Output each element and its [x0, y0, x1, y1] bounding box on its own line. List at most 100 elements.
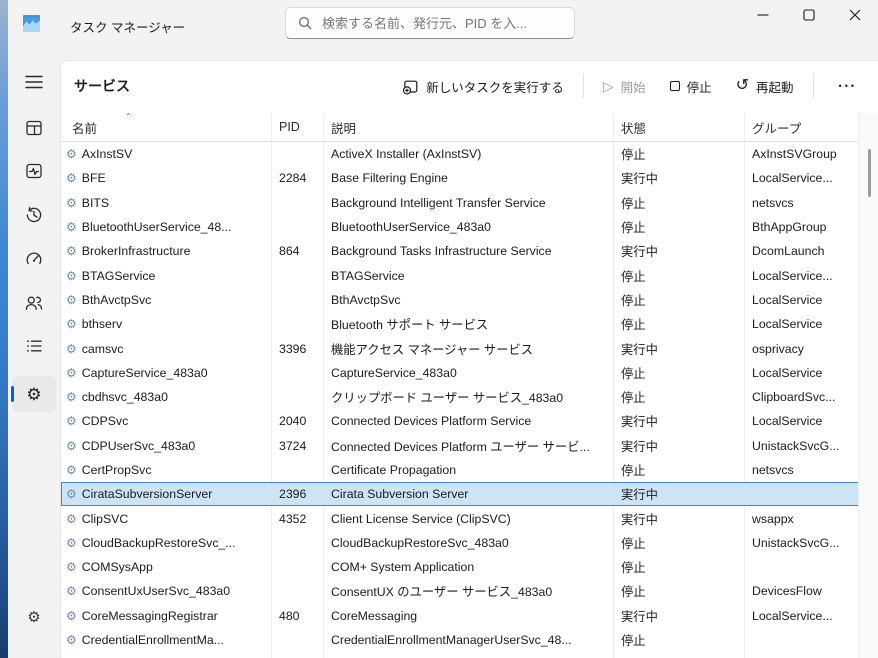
table-row[interactable]: ⚙BFE 2284 Base Filtering Engine 実行中 Loca…	[61, 166, 859, 190]
table-row[interactable]: ⚙CirataSubversionServer 2396 Cirata Subv…	[61, 482, 859, 506]
column-header-pid[interactable]: PID	[271, 113, 323, 141]
table-row[interactable]: ⚙CaptureService_483a0 CaptureService_483…	[61, 361, 859, 385]
restart-icon: ↺	[736, 78, 749, 94]
column-header-status[interactable]: 状態	[613, 113, 744, 141]
service-gear-icon: ⚙	[66, 513, 77, 525]
table-row[interactable]: ⚙CryptSvc 2460 Cryptographic Services 実行…	[61, 652, 859, 658]
service-name: bthserv	[82, 317, 122, 331]
sidebar-item-details[interactable]	[12, 328, 56, 364]
table-row[interactable]: ⚙BluetoothUserService_48... BluetoothUse…	[61, 215, 859, 239]
service-group: netsvcs	[744, 463, 859, 477]
settings-button[interactable]: ⚙	[12, 599, 56, 635]
service-description: 機能アクセス マネージャー サービス	[323, 340, 613, 358]
service-gear-icon: ⚙	[66, 415, 77, 427]
service-pid: 3724	[271, 439, 323, 453]
service-group: netsvcs	[744, 196, 859, 210]
table-row[interactable]: ⚙ConsentUxUserSvc_483a0 ConsentUX のユーザー …	[61, 579, 859, 603]
desktop-wallpaper-strip	[0, 0, 8, 658]
service-group: UnistackSvcG...	[744, 536, 859, 550]
table-row[interactable]: ⚙CloudBackupRestoreSvc_... CloudBackupRe…	[61, 531, 859, 555]
table-row[interactable]: ⚙CertPropSvc Certificate Propagation 停止 …	[61, 458, 859, 482]
start-button[interactable]: ▷ 開始	[594, 71, 655, 102]
service-group: LocalService...	[744, 269, 859, 283]
service-status: 実行中	[613, 340, 744, 358]
table-row[interactable]: ⚙ClipSVC 4352 Client License Service (Cl…	[61, 506, 859, 530]
service-pid: 2040	[271, 414, 323, 428]
service-name: ClipSVC	[82, 512, 128, 526]
service-name: BFE	[82, 171, 106, 185]
service-name: CertPropSvc	[82, 463, 152, 477]
table-row[interactable]: ⚙BITS Background Intelligent Transfer Se…	[61, 191, 859, 215]
table-row[interactable]: ⚙cbdhsvc_483a0 クリップボード ユーザー サービス_483a0 停…	[61, 385, 859, 409]
toolbar-divider	[583, 74, 584, 98]
service-description: Client License Service (ClipSVC)	[323, 512, 613, 526]
table-row[interactable]: ⚙BthAvctpSvc BthAvctpSvc 停止 LocalService	[61, 288, 859, 312]
sidebar-item-app-history[interactable]	[12, 197, 56, 233]
search-box[interactable]	[285, 7, 575, 39]
maximize-button[interactable]	[786, 0, 832, 30]
run-new-task-button[interactable]: 新しいタスクを実行する	[393, 71, 573, 102]
table-row[interactable]: ⚙AxInstSV ActiveX Installer (AxInstSV) 停…	[61, 142, 859, 166]
table-header: ⌃ 名前 PID 説明 状態 グループ	[61, 113, 859, 142]
table-row[interactable]: ⚙CredentialEnrollmentMa... CredentialEnr…	[61, 628, 859, 652]
run-new-task-label: 新しいタスクを実行する	[426, 77, 564, 96]
sidebar: ⚙ ⚙	[8, 48, 60, 658]
table-row[interactable]: ⚙COMSysApp COM+ System Application 停止	[61, 555, 859, 579]
column-header-group[interactable]: グループ	[744, 113, 859, 141]
sidebar-item-startup-apps[interactable]	[12, 241, 56, 277]
table-row[interactable]: ⚙CDPUserSvc_483a0 3724 Connected Devices…	[61, 434, 859, 458]
start-label: 開始	[621, 77, 646, 96]
service-status: 実行中	[613, 242, 744, 260]
service-status: 停止	[613, 218, 744, 236]
titlebar: タスク マネージャー	[8, 0, 878, 48]
service-gear-icon: ⚙	[66, 634, 77, 646]
table-row[interactable]: ⚙BrokerInfrastructure 864 Background Tas…	[61, 239, 859, 263]
table-row[interactable]: ⚙CoreMessagingRegistrar 480 CoreMessagin…	[61, 604, 859, 628]
restart-button[interactable]: ↺ 再起動	[727, 71, 803, 102]
sidebar-item-services[interactable]: ⚙	[12, 376, 56, 412]
command-bar: サービス 新しいタスクを実行する ▷ 開始	[61, 61, 878, 111]
scrollbar-thumb[interactable]	[868, 149, 871, 197]
minimize-button[interactable]	[740, 0, 786, 30]
app-title: タスク マネージャー	[70, 17, 185, 36]
table-row[interactable]: ⚙CDPSvc 2040 Connected Devices Platform …	[61, 409, 859, 433]
sidebar-item-processes[interactable]	[12, 110, 56, 146]
service-name: CredentialEnrollmentMa...	[82, 633, 224, 647]
service-status: 停止	[613, 558, 744, 576]
more-options-button[interactable]: •••	[824, 75, 872, 97]
service-status: 停止	[613, 461, 744, 479]
service-name: BluetoothUserService_48...	[82, 220, 232, 234]
service-gear-icon: ⚙	[66, 488, 77, 500]
startup-apps-icon	[24, 249, 44, 269]
search-input[interactable]	[322, 16, 566, 31]
table-row[interactable]: ⚙bthserv Bluetooth サポート サービス 停止 LocalSer…	[61, 312, 859, 336]
service-status: 実行中	[613, 412, 744, 430]
window-controls	[740, 0, 878, 30]
sidebar-item-users[interactable]	[12, 285, 56, 321]
service-group: wsappx	[744, 512, 859, 526]
service-gear-icon: ⚙	[66, 585, 77, 597]
sidebar-item-performance[interactable]	[12, 153, 56, 189]
close-button[interactable]	[832, 0, 878, 30]
scrollbar-track[interactable]	[858, 113, 878, 658]
table-row[interactable]: ⚙camsvc 3396 機能アクセス マネージャー サービス 実行中 ospr…	[61, 336, 859, 360]
command-buttons: 新しいタスクを実行する ▷ 開始 停止 ↺ 再起動	[393, 69, 872, 103]
service-table-body: ⚙AxInstSV ActiveX Installer (AxInstSV) 停…	[61, 142, 859, 658]
table-row[interactable]: ⚙BTAGService BTAGService 停止 LocalService…	[61, 263, 859, 287]
service-gear-icon: ⚙	[66, 245, 77, 257]
stop-button[interactable]: 停止	[661, 71, 721, 102]
service-description: CaptureService_483a0	[323, 366, 613, 380]
hamburger-menu-button[interactable]	[12, 64, 56, 100]
service-pid: 2284	[271, 171, 323, 185]
service-description: Background Intelligent Transfer Service	[323, 196, 613, 210]
service-description: BluetoothUserService_483a0	[323, 220, 613, 234]
service-description: クリップボード ユーザー サービス_483a0	[323, 388, 613, 406]
service-name: CDPSvc	[82, 414, 128, 428]
column-header-description[interactable]: 説明	[323, 113, 613, 141]
service-name: camsvc	[82, 342, 124, 356]
service-group: DcomLaunch	[744, 244, 859, 258]
page-title: サービス	[74, 76, 130, 96]
column-header-name[interactable]: ⌃ 名前	[61, 113, 271, 141]
service-name: ConsentUxUserSvc_483a0	[82, 584, 230, 598]
service-pid: 864	[271, 244, 323, 258]
